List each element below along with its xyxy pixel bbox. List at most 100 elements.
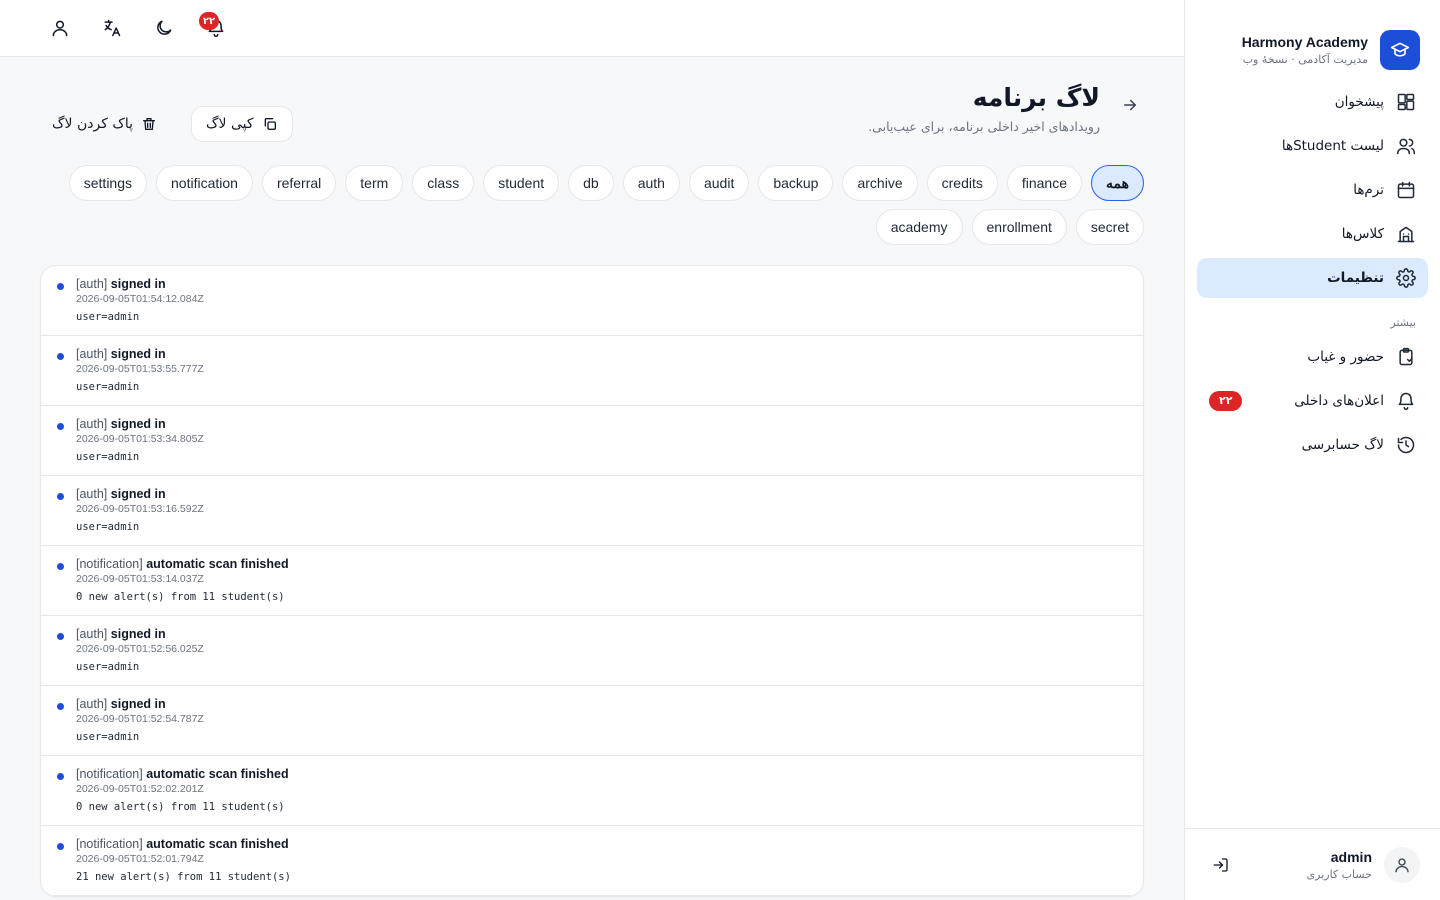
title-block: لاگ برنامه رویدادهای اخیر داخلی برنامه، …: [868, 81, 1100, 134]
filter-chip[interactable]: term: [345, 165, 404, 201]
sidebar-item-students[interactable]: لیست Studentها: [1197, 126, 1428, 166]
profile-button[interactable]: [40, 8, 80, 48]
sidebar-item-label: حضور و غیاب: [1307, 349, 1384, 365]
notifications-count-badge: ۲۲: [1209, 391, 1243, 411]
filter-chip[interactable]: audit: [688, 165, 750, 201]
user-icon: [52, 20, 68, 37]
log-time: 2026-09-05T01:53:14.037Z: [76, 573, 204, 585]
log-entry: [auth] signed in 2026-09-05T01:52:56.025…: [41, 616, 1143, 686]
sidebar-item-label: لاگ حسابرسی: [1301, 437, 1384, 453]
log-tag: [auth]: [76, 347, 108, 361]
sidebar-item-label: پیشخوان: [1334, 94, 1384, 110]
back-button[interactable]: [1116, 91, 1144, 119]
sidebar-item-classes[interactable]: کلاس‌ها: [1197, 214, 1428, 254]
clear-log-button[interactable]: پاک کردن لاگ: [40, 106, 169, 142]
log-detail: user=admin: [76, 661, 140, 673]
log-tag: [notification]: [76, 557, 143, 571]
page-title: لاگ برنامه: [972, 83, 1100, 112]
notifications-button[interactable]: ۲۲: [196, 8, 236, 48]
log-message: signed in: [110, 347, 166, 361]
dashboard-icon: [1397, 93, 1415, 111]
log-detail: user=admin: [76, 731, 140, 743]
theme-toggle-button[interactable]: [144, 8, 184, 48]
log-list: [auth] signed in 2026-09-05T01:54:12.084…: [40, 265, 1144, 897]
log-tag: [auth]: [76, 277, 108, 291]
users-icon: [1396, 138, 1416, 155]
log-time: 2026-09-05T01:52:01.794Z: [76, 853, 204, 865]
log-time: 2026-09-05T01:54:12.084Z: [76, 293, 204, 305]
sidebar: Harmony Academy مدیریت آکادمی · نسخهٔ وب…: [1184, 0, 1440, 900]
filter-chip[interactable]: class: [412, 165, 475, 201]
log-entry: [notification] automatic scan finished 2…: [41, 756, 1143, 826]
user-role: حساب کاربری: [1306, 867, 1372, 881]
sidebar-item-terms[interactable]: ترم‌ها: [1197, 170, 1428, 210]
log-tag: [auth]: [76, 697, 108, 711]
sidebar-item-label: ترم‌ها: [1353, 182, 1384, 198]
filter-chip[interactable]: credits: [926, 165, 998, 201]
main-content: لاگ برنامه رویدادهای اخیر داخلی برنامه، …: [0, 57, 1184, 900]
notifications-badge: ۲۲: [199, 12, 219, 30]
log-detail: user=admin: [76, 521, 140, 533]
log-dot: [57, 633, 64, 640]
trash-icon: [143, 118, 156, 130]
filter-chip[interactable]: finance: [1006, 165, 1083, 201]
log-detail: user=admin: [76, 311, 140, 323]
log-entry: [auth] signed in 2026-09-05T01:54:12.084…: [41, 266, 1143, 336]
log-dot: [57, 773, 64, 780]
filter-chip[interactable]: enrollment: [971, 209, 1067, 245]
log-entry: [auth] signed in 2026-09-05T01:52:54.787…: [41, 686, 1143, 756]
filter-chip[interactable]: archive: [842, 165, 918, 201]
brand-logo: [1380, 30, 1420, 70]
sidebar-item-label: لیست Studentها: [1281, 138, 1384, 154]
filter-chip[interactable]: student: [483, 165, 560, 201]
log-dot: [57, 843, 64, 850]
copy-log-button[interactable]: کپی لاگ: [191, 106, 293, 142]
log-dot: [57, 703, 64, 710]
arrow-right-icon: [1124, 99, 1136, 111]
filter-chip[interactable]: db: [568, 165, 614, 201]
log-message: signed in: [110, 697, 166, 711]
log-dot: [57, 423, 64, 430]
user-name: admin: [1330, 848, 1372, 865]
filter-chips: همه finance credits archive backup audit…: [40, 165, 1144, 245]
brand-name: Harmony Academy: [1241, 34, 1368, 50]
log-dot: [57, 493, 64, 500]
log-time: 2026-09-05T01:53:34.805Z: [76, 433, 204, 445]
filter-chip[interactable]: secret: [1075, 209, 1144, 245]
building-icon: [1397, 226, 1415, 243]
language-button[interactable]: [92, 8, 132, 48]
log-tag: [auth]: [76, 627, 108, 641]
log-detail: 0 new alert(s) from 11 student(s): [76, 591, 285, 603]
filter-chip[interactable]: backup: [758, 165, 834, 201]
logout-button[interactable]: [1205, 849, 1237, 881]
log-tag: [auth]: [76, 417, 108, 431]
log-message: signed in: [110, 627, 166, 641]
log-detail: 0 new alert(s) from 11 student(s): [76, 801, 285, 813]
filter-chip[interactable]: referral: [261, 165, 337, 201]
sidebar-item-attendance[interactable]: حضور و غیاب: [1197, 337, 1428, 377]
log-message: automatic scan finished: [146, 767, 289, 781]
clipboard-icon: [1399, 347, 1413, 366]
sidebar-item-settings[interactable]: تنظیمات: [1197, 258, 1428, 298]
sidebar-item-label: کلاس‌ها: [1341, 226, 1384, 242]
sidebar-section-title: بیشتر: [1390, 316, 1416, 329]
page-header: لاگ برنامه رویدادهای اخیر داخلی برنامه، …: [40, 57, 1144, 165]
log-message: signed in: [110, 487, 166, 501]
sidebar-item-label: تنظیمات: [1327, 270, 1384, 286]
log-dot: [57, 353, 64, 360]
log-detail: 21 new alert(s) from 11 student(s): [76, 871, 291, 883]
top-bar: ۲۲: [0, 0, 1184, 57]
filter-chip[interactable]: notification: [156, 165, 253, 201]
filter-chip[interactable]: academy: [875, 209, 963, 245]
clear-log-label: پاک کردن لاگ: [52, 116, 134, 132]
filter-chip[interactable]: settings: [68, 165, 147, 201]
filter-chip[interactable]: auth: [622, 165, 680, 201]
sidebar-item-notifications[interactable]: اعلان‌های داخلی ۲۲: [1197, 381, 1428, 421]
log-entry: [auth] signed in 2026-09-05T01:53:16.592…: [41, 476, 1143, 546]
sidebar-item-dashboard[interactable]: پیشخوان: [1197, 82, 1428, 122]
log-entry: [auth] signed in 2026-09-05T01:53:34.805…: [41, 406, 1143, 476]
log-time: 2026-09-05T01:52:56.025Z: [76, 643, 204, 655]
sidebar-item-audit-log[interactable]: لاگ حسابرسی: [1197, 425, 1428, 465]
calendar-icon: [1397, 181, 1415, 199]
filter-chip-active[interactable]: همه: [1091, 165, 1144, 201]
